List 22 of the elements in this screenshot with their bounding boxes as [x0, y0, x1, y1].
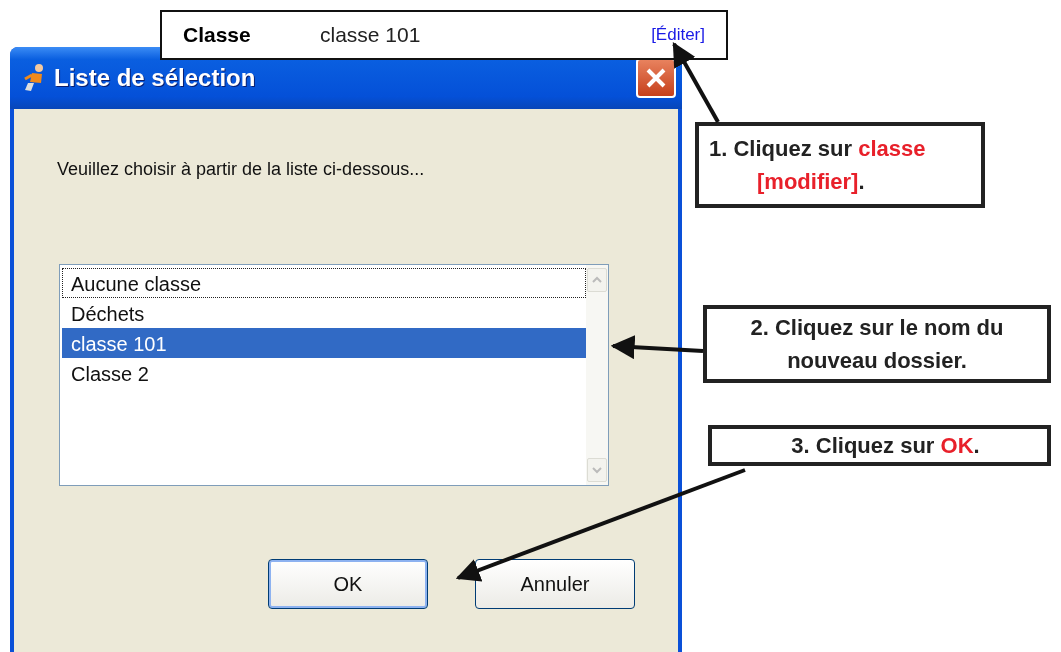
field-label: Classe — [183, 23, 252, 47]
callout-text: 1. Cliquez sur classe — [709, 135, 926, 163]
list-item[interactable]: Déchets — [62, 298, 586, 328]
callout-text: 3. Cliquez sur OK. — [791, 432, 980, 460]
callout-text: nouveau dossier. — [787, 347, 967, 375]
instruction-text: Veuillez choisir à partir de la liste ci-dessous... — [57, 159, 425, 180]
close-button[interactable] — [636, 58, 676, 98]
scroll-up-icon[interactable] — [587, 268, 607, 292]
scroll-down-icon[interactable] — [587, 458, 607, 482]
list-box[interactable]: Aucune classe Déchets classe 101 Classe 2 — [59, 264, 609, 486]
list-item[interactable]: Aucune classe — [62, 268, 586, 298]
scrollbar[interactable] — [586, 265, 608, 485]
callout-text: [modifier]. — [756, 168, 865, 196]
edit-link[interactable]: [Éditer] — [651, 25, 705, 45]
cancel-button[interactable]: Annuler — [475, 559, 635, 609]
window-title: Liste de sélection — [54, 64, 257, 92]
list-item[interactable]: Classe 2 — [62, 358, 586, 388]
ok-button[interactable]: OK — [268, 559, 428, 609]
field-value: classe 101 — [320, 23, 422, 47]
callout-text: 2. Cliquez sur le nom du — [750, 314, 1004, 342]
close-icon — [644, 66, 668, 90]
list-item[interactable]: classe 101 — [62, 328, 586, 358]
